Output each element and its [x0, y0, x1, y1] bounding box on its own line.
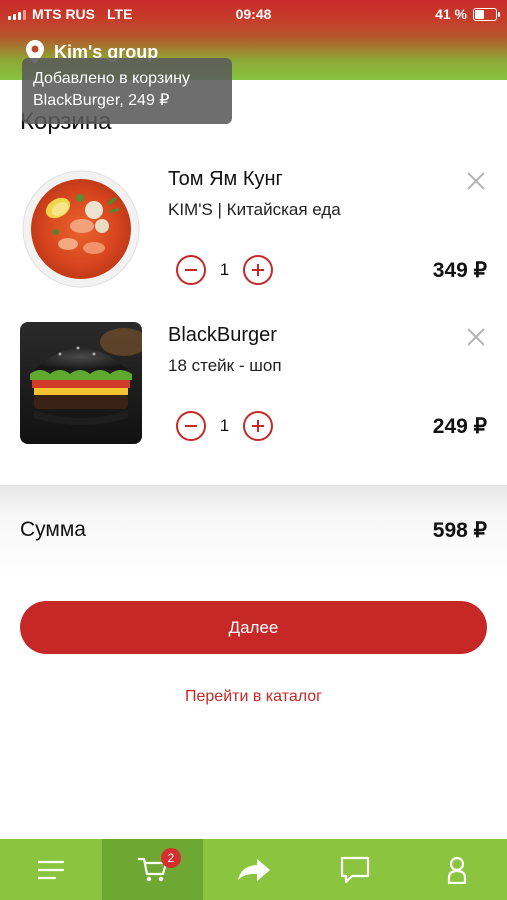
increase-quantity-button[interactable] — [243, 255, 273, 285]
share-arrow-icon — [237, 858, 270, 881]
item-price: 349 ₽ — [432, 259, 487, 282]
battery-icon — [473, 7, 500, 21]
remove-item-close-icon[interactable] — [465, 170, 487, 192]
chat-icon — [340, 856, 369, 883]
total-label: Сумма — [20, 518, 86, 541]
profile-icon — [447, 856, 466, 884]
tab-cart[interactable]: 2 — [102, 839, 203, 900]
next-button[interactable]: Далее — [20, 601, 487, 654]
increase-quantity-button[interactable] — [243, 411, 273, 441]
item-price: 249 ₽ — [432, 415, 487, 438]
bottom-tab-bar: 2 — [0, 839, 507, 900]
go-to-catalog-link[interactable]: Перейти в каталог — [0, 688, 507, 706]
tab-profile[interactable] — [406, 839, 507, 900]
clock: 09:48 — [235, 6, 272, 22]
item-restaurant: KIM'S | Китайская еда — [168, 200, 341, 219]
item-name: Том Ям Кунг — [168, 168, 283, 190]
total-value: 598 ₽ — [432, 519, 487, 542]
cart-count-badge: 2 — [161, 848, 181, 868]
tab-chat[interactable] — [304, 839, 405, 900]
item-name: BlackBurger — [168, 324, 277, 346]
tab-menu[interactable] — [0, 839, 101, 900]
tab-share[interactable] — [203, 839, 304, 900]
quantity-stepper: 1 — [176, 255, 273, 285]
status-bar: MTS RUS LTE 09:48 41 % — [0, 0, 507, 28]
menu-icon — [37, 860, 64, 879]
added-to-cart-toast: Добавлено в корзину BlackBurger, 249 ₽ — [22, 58, 232, 124]
tom-yum-soup-image — [22, 170, 140, 288]
remove-item-close-icon[interactable] — [465, 326, 487, 348]
cart-item: Том Ям Кунг KIM'S | Китайская еда 1 349 … — [0, 160, 507, 300]
cart-item: BlackBurger 18 стейк - шоп 1 249 ₽ — [0, 316, 507, 456]
battery-percent: 41 % — [435, 6, 467, 22]
decrease-quantity-button[interactable] — [176, 255, 206, 285]
quantity-value: 1 — [219, 260, 230, 279]
decrease-quantity-button[interactable] — [176, 411, 206, 441]
quantity-stepper: 1 — [176, 411, 273, 441]
toast-detail: BlackBurger, 249 ₽ — [33, 92, 170, 109]
black-burger-image — [20, 322, 142, 444]
quantity-value: 1 — [219, 416, 230, 435]
item-restaurant: 18 стейк - шоп — [168, 356, 282, 375]
toast-title: Добавлено в корзину — [33, 70, 191, 87]
